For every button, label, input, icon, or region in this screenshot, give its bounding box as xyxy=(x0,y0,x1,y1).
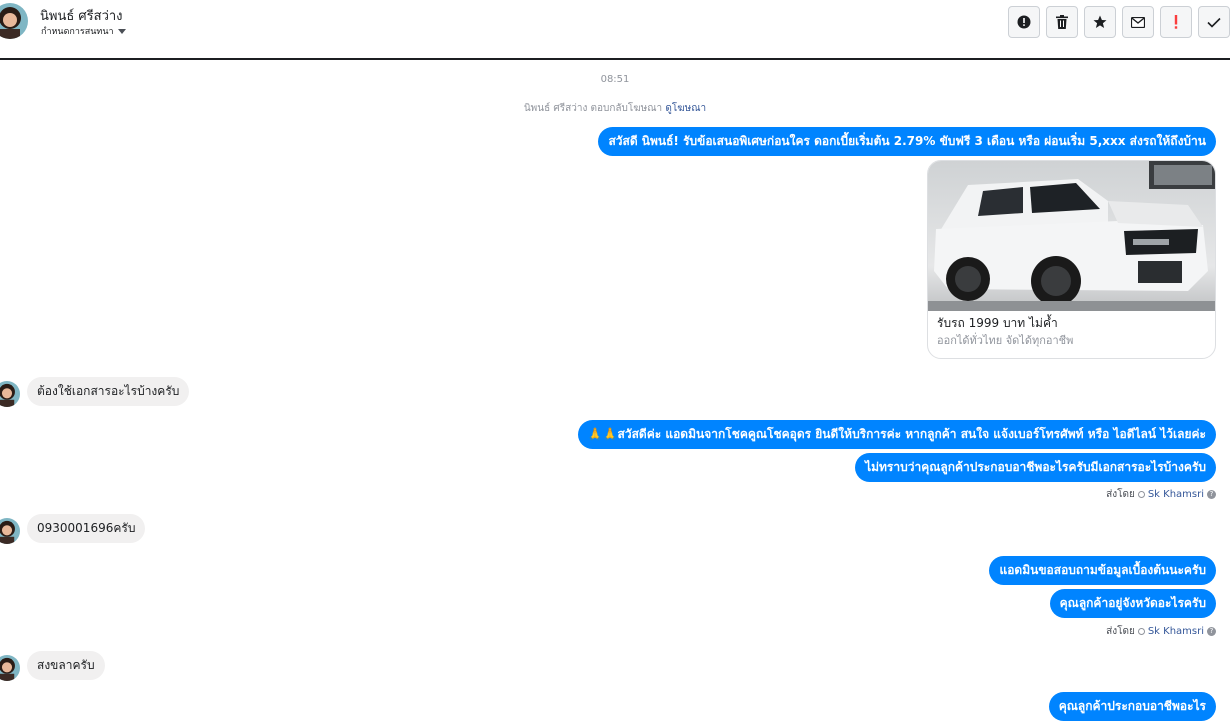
checkmark-icon xyxy=(1207,17,1221,28)
assign-conversation-dropdown[interactable]: กำหนดการสนทนา xyxy=(41,24,126,38)
exclamation-icon xyxy=(1174,15,1178,29)
sent-by-name[interactable]: Sk Khamsri xyxy=(1148,626,1204,637)
contact-name[interactable]: นิพนธ์ ศรีสว่าง xyxy=(40,5,123,26)
contact-avatar[interactable] xyxy=(0,3,28,39)
action-toolbar xyxy=(1008,6,1230,38)
alert-circle-icon xyxy=(1017,15,1031,29)
incoming-message[interactable]: 0930001696ครับ xyxy=(27,514,146,543)
agent-icon xyxy=(1137,628,1145,635)
sent-by-prefix: ส่งโดย xyxy=(1106,626,1135,637)
mark-unread-button[interactable] xyxy=(1122,6,1154,38)
incoming-message[interactable]: สงขลาครับ xyxy=(27,651,105,680)
help-icon[interactable]: ? xyxy=(1207,627,1216,636)
conversation-header: นิพนธ์ ศรีสว่าง กำหนดการสนทนา xyxy=(0,0,1230,60)
sent-by-name[interactable]: Sk Khamsri xyxy=(1148,489,1204,500)
contact-avatar xyxy=(0,381,20,407)
ad-card-subtitle: ออกได้ทั่วไทย จัดได้ทุกอาชีพ xyxy=(937,334,1074,347)
sent-by-prefix: ส่งโดย xyxy=(1106,489,1135,500)
mark-done-button[interactable] xyxy=(1198,6,1230,38)
outgoing-message[interactable]: ไม่ทราบว่าคุณลูกค้าประกอบอาชีพอะไรครับมี… xyxy=(855,453,1216,482)
sent-by-info: ส่งโดย Sk Khamsri ? xyxy=(1106,487,1216,502)
outgoing-message[interactable]: 🙏🙏สวัสดีค่ะ แอดมินจากโชคคูณโชคอุดร ยินดี… xyxy=(577,420,1216,449)
truck-image xyxy=(928,161,1215,311)
ad-card[interactable]: รับรถ 1999 บาท ไม่ค้ำ ออกได้ทั่วไทย จัดไ… xyxy=(927,160,1216,359)
sent-by-info: ส่งโดย Sk Khamsri ? xyxy=(1106,624,1216,639)
delete-button[interactable] xyxy=(1046,6,1078,38)
spam-button[interactable] xyxy=(1008,6,1040,38)
help-icon[interactable]: ? xyxy=(1207,490,1216,499)
message-timestamp: 08:51 xyxy=(600,74,630,85)
outgoing-message[interactable]: คุณลูกค้าประกอบอาชีพอะไร xyxy=(1048,692,1216,721)
agent-icon xyxy=(1137,491,1145,498)
ad-reply-note: นิพนธ์ ศรีสว่าง ตอบกลับโฆษณา ดูโฆษณา xyxy=(0,101,1230,116)
outgoing-message[interactable]: แอดมินขอสอบถามข้อมูลเบื้องต้นนะครับ xyxy=(989,556,1216,585)
star-icon xyxy=(1093,15,1107,28)
envelope-icon xyxy=(1131,16,1145,28)
contact-avatar xyxy=(0,655,20,681)
ad-reply-text: นิพนธ์ ศรีสว่าง ตอบกลับโฆษณา xyxy=(523,103,663,114)
outgoing-message[interactable]: สวัสดี นิพนธ์! รับข้อเสนอพิเศษก่อนใคร ดอ… xyxy=(598,127,1216,156)
caret-down-icon xyxy=(117,28,126,34)
follow-up-button[interactable] xyxy=(1160,6,1192,38)
trash-icon xyxy=(1056,15,1068,29)
incoming-message[interactable]: ต้องใช้เอกสารอะไรบ้างครับ xyxy=(27,377,190,406)
star-button[interactable] xyxy=(1084,6,1116,38)
contact-avatar xyxy=(0,518,20,544)
view-ad-link[interactable]: ดูโฆษณา xyxy=(665,103,706,114)
outgoing-message[interactable]: คุณลูกค้าอยู่จังหวัดอะไรครับ xyxy=(1049,589,1216,618)
assign-label: กำหนดการสนทนา xyxy=(41,27,114,37)
